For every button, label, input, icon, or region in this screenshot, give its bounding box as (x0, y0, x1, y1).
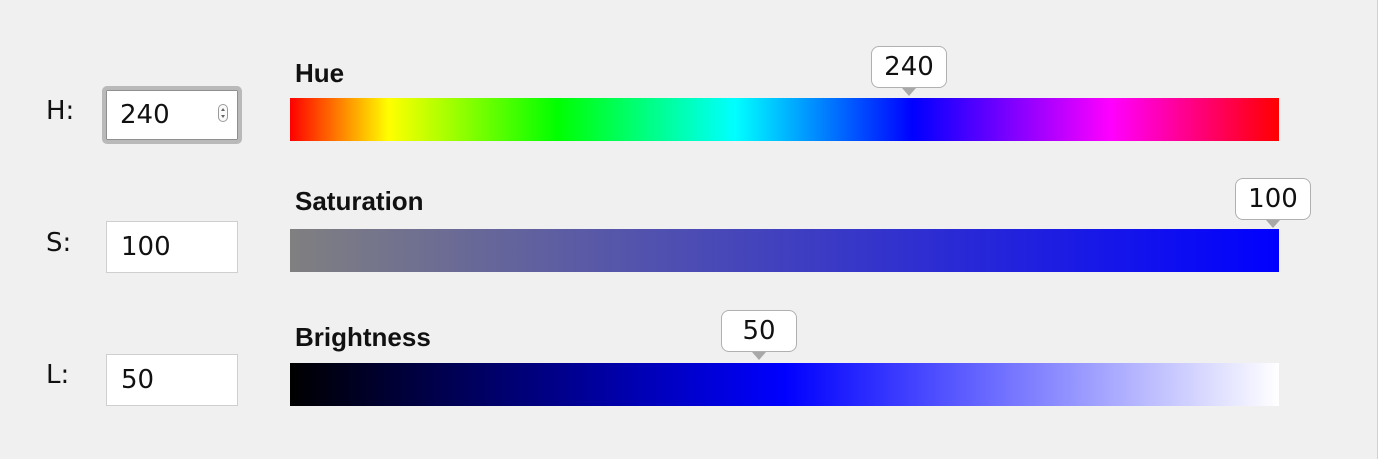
hue-slider-title: Hue (295, 58, 345, 88)
brightness-input-value: 50 (121, 365, 155, 395)
saturation-tooltip-text: 100 (1248, 184, 1298, 214)
hue-tooltip-text: 240 (884, 52, 934, 82)
hue-label: H: (46, 96, 75, 126)
hue-slider-thumb[interactable] (902, 88, 916, 96)
saturation-slider-track[interactable] (290, 229, 1279, 272)
saturation-slider-thumb[interactable] (1266, 220, 1280, 228)
brightness-slider-track[interactable] (290, 363, 1279, 406)
hue-slider-track[interactable] (290, 98, 1279, 141)
hue-input[interactable]: 240 (102, 86, 242, 144)
brightness-tooltip-text: 50 (742, 316, 776, 346)
saturation-value-tooltip: 100 (1235, 178, 1311, 220)
brightness-value-tooltip: 50 (721, 310, 797, 352)
saturation-slider-title: Saturation (295, 186, 424, 216)
brightness-input[interactable]: 50 (106, 354, 238, 406)
hue-value-tooltip: 240 (871, 46, 947, 88)
hsl-color-panel: H: 240 Hue 240 S: 100 Saturation 100 L: … (0, 0, 1378, 459)
saturation-label: S: (46, 228, 72, 258)
saturation-input-value: 100 (121, 232, 171, 262)
brightness-label: L: (46, 360, 70, 390)
brightness-slider-thumb[interactable] (752, 352, 766, 360)
saturation-input[interactable]: 100 (106, 221, 238, 273)
brightness-slider-title: Brightness (295, 322, 431, 352)
hue-input-value: 240 (120, 100, 170, 130)
spinner-arrows-icon[interactable] (218, 104, 228, 122)
